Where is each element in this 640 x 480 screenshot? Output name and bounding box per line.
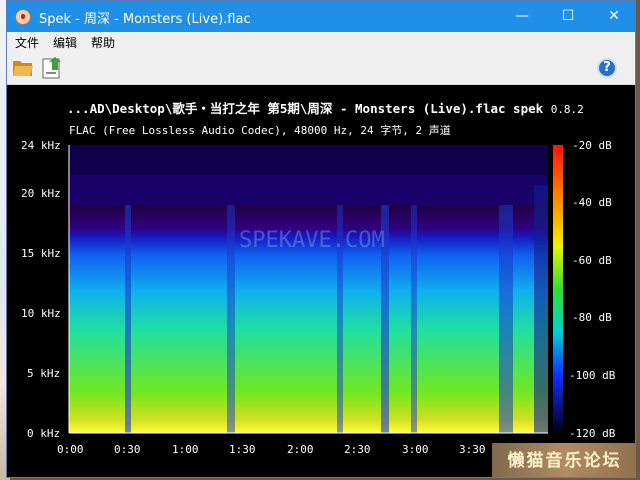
window-title: Spek - 周深 - Monsters (Live).flac [39,12,251,27]
menu-help[interactable]: 帮助 [91,34,115,51]
time-tick: 2:00 [287,443,314,456]
menu-edit[interactable]: 编辑 [53,34,77,51]
freq-tick: 20 kHz [21,187,61,200]
time-tick: 1:30 [229,443,256,456]
time-tick: 1:00 [172,443,199,456]
db-tick: -20 dB [572,139,612,152]
toolbar: ? [7,52,635,85]
freq-tick: 0 kHz [27,427,60,440]
forum-watermark: 懒猫音乐论坛 [492,443,635,477]
db-tick: -40 dB [572,196,612,209]
close-button[interactable]: ✕ [591,1,635,32]
time-tick: 0:00 [57,443,84,456]
title-bar[interactable]: Spek - 周深 - Monsters (Live).flac — ☐ ✕ [7,1,635,32]
freq-tick: 15 kHz [21,247,61,260]
time-tick: 3:00 [402,443,429,456]
faint-watermark: SPEKAVE.COM [239,228,385,253]
freq-tick: 5 kHz [27,367,60,380]
db-tick: -100 dB [569,369,616,382]
help-icon[interactable]: ? [597,58,617,78]
freq-tick: 10 kHz [21,307,61,320]
db-color-bar [553,145,563,433]
spek-window: Spek - 周深 - Monsters (Live).flac — ☐ ✕ 文… [6,0,636,478]
spectrogram-panel: ...AD\Desktop\歌手・当打之年 第5期\周深 - Monsters … [7,85,635,477]
time-axis: 0:00 0:30 1:00 1:30 2:00 2:30 3:00 3:30 [57,432,548,456]
frequency-axis: 24 kHz 20 kHz 15 kHz 10 kHz 5 kHz 0 kHz [21,139,70,440]
menu-bar: 文件 编辑 帮助 [7,32,635,52]
menu-file[interactable]: 文件 [15,34,39,51]
time-tick: 2:30 [344,443,371,456]
time-tick: 3:30 [459,443,486,456]
minimize-button[interactable]: — [499,1,545,32]
spek-app-icon [15,9,31,25]
save-arrow-icon[interactable] [41,56,63,80]
db-tick: -120 dB [569,427,616,440]
db-tick: -60 dB [572,254,612,267]
db-tick: -80 dB [572,311,612,324]
maximize-button[interactable]: ☐ [545,1,591,32]
spectrogram-chart: SPEKAVE.COM 24 kHz 20 kHz 15 kHz 10 kHz … [21,139,616,456]
freq-tick: 24 kHz [21,139,61,152]
db-legend: -20 dB -40 dB -60 dB -80 dB -100 dB -120… [553,139,616,440]
folder-open-icon[interactable] [12,58,34,78]
time-tick: 0:30 [114,443,141,456]
